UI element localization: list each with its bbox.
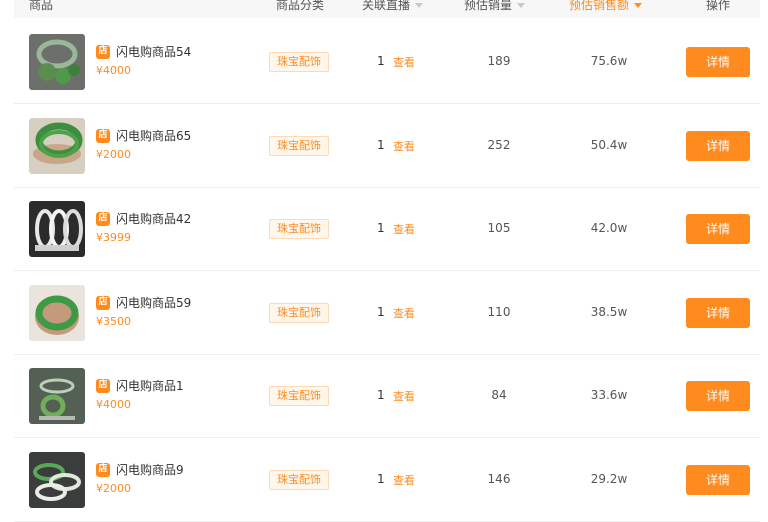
- product-thumbnail[interactable]: [29, 285, 85, 341]
- product-thumbnail[interactable]: [29, 118, 85, 174]
- product-title: 店 闪电购商品65: [96, 127, 191, 144]
- table-row: 店 闪电购商品9 ¥2000 珠宝配饰 1 查看 146 29.2w 详情: [14, 438, 760, 522]
- view-live-link[interactable]: 查看: [393, 54, 415, 70]
- product-title: 店 闪电购商品42: [96, 210, 191, 227]
- table-row: 店 闪电购商品65 ¥2000 珠宝配饰 1 查看 252 50.4w 详情: [14, 104, 760, 188]
- estimated-sales: 105: [487, 221, 511, 235]
- detail-button[interactable]: 详情: [686, 47, 750, 77]
- category-tag: 珠宝配饰: [269, 52, 329, 72]
- header-category: 商品分类: [276, 0, 325, 12]
- view-live-link[interactable]: 查看: [393, 221, 415, 237]
- header-sales-sort[interactable]: 预估销量: [464, 0, 525, 13]
- view-live-link[interactable]: 查看: [393, 388, 415, 404]
- product-title: 店 闪电购商品54: [96, 43, 191, 60]
- header-action: 操作: [706, 0, 731, 12]
- product-price: ¥3999: [96, 231, 131, 244]
- estimated-sales: 189: [487, 54, 511, 68]
- view-live-link[interactable]: 查看: [393, 305, 415, 321]
- product-name[interactable]: 闪电购商品54: [116, 43, 191, 60]
- product-title: 店 闪电购商品9: [96, 461, 184, 478]
- estimated-sales: 84: [491, 388, 507, 402]
- product-price: ¥4000: [96, 64, 131, 77]
- live-count: 1: [377, 472, 385, 486]
- product-name[interactable]: 闪电购商品65: [116, 127, 191, 144]
- shop-badge-icon: 店: [96, 378, 110, 393]
- product-price: ¥2000: [96, 482, 131, 495]
- category-tag: 珠宝配饰: [269, 303, 329, 323]
- detail-button[interactable]: 详情: [686, 298, 750, 328]
- table-row: 店 闪电购商品42 ¥3999 珠宝配饰 1 查看 105 42.0w 详情: [14, 187, 760, 271]
- detail-button[interactable]: 详情: [686, 381, 750, 411]
- category-tag: 珠宝配饰: [269, 136, 329, 156]
- product-name[interactable]: 闪电购商品59: [116, 294, 191, 311]
- estimated-sales: 252: [487, 138, 511, 152]
- shop-badge-icon: 店: [96, 462, 110, 477]
- table-row: 店 闪电购商品59 ¥3500 珠宝配饰 1 查看 110 38.5w 详情: [14, 271, 760, 355]
- product-price: ¥4000: [96, 398, 131, 411]
- shop-badge-icon: 店: [96, 295, 110, 310]
- product-name[interactable]: 闪电购商品1: [116, 377, 184, 394]
- product-title: 店 闪电购商品1: [96, 377, 184, 394]
- category-tag: 珠宝配饰: [269, 386, 329, 406]
- estimated-gmv: 38.5w: [590, 305, 628, 319]
- shop-badge-icon: 店: [96, 128, 110, 143]
- product-price: ¥3500: [96, 315, 131, 328]
- header-gmv-sort[interactable]: 预估销售额: [569, 0, 642, 13]
- estimated-gmv: 29.2w: [590, 472, 628, 486]
- view-live-link[interactable]: 查看: [393, 472, 415, 488]
- estimated-sales: 110: [487, 305, 511, 319]
- estimated-gmv: 42.0w: [590, 221, 628, 235]
- header-product: 商品: [29, 0, 54, 12]
- category-tag: 珠宝配饰: [269, 470, 329, 490]
- product-title: 店 闪电购商品59: [96, 294, 191, 311]
- product-name[interactable]: 闪电购商品42: [116, 210, 191, 227]
- header-live-sort[interactable]: 关联直播: [362, 0, 423, 13]
- live-count: 1: [377, 221, 385, 235]
- table-row: 店 闪电购商品1 ¥4000 珠宝配饰 1 查看 84 33.6w 详情: [14, 354, 760, 438]
- estimated-gmv: 33.6w: [590, 388, 628, 402]
- shop-badge-icon: 店: [96, 211, 110, 226]
- live-count: 1: [377, 388, 385, 402]
- product-table: 商品 商品分类 关联直播 预估销量 预估销售额 操作 店 闪电购商品54 ¥40…: [14, 0, 760, 522]
- live-count: 1: [377, 54, 385, 68]
- estimated-sales: 146: [487, 472, 511, 486]
- detail-button[interactable]: 详情: [686, 465, 750, 495]
- product-price: ¥2000: [96, 148, 131, 161]
- detail-button[interactable]: 详情: [686, 131, 750, 161]
- table-header: 商品 商品分类 关联直播 预估销量 预估销售额 操作: [14, 0, 760, 18]
- live-count: 1: [377, 138, 385, 152]
- estimated-gmv: 75.6w: [590, 54, 628, 68]
- product-name[interactable]: 闪电购商品9: [116, 461, 184, 478]
- detail-button[interactable]: 详情: [686, 214, 750, 244]
- shop-badge-icon: 店: [96, 44, 110, 59]
- estimated-gmv: 50.4w: [590, 138, 628, 152]
- live-count: 1: [377, 305, 385, 319]
- product-thumbnail[interactable]: [29, 34, 85, 90]
- product-thumbnail[interactable]: [29, 368, 85, 424]
- view-live-link[interactable]: 查看: [393, 138, 415, 154]
- category-tag: 珠宝配饰: [269, 219, 329, 239]
- product-thumbnail[interactable]: [29, 452, 85, 508]
- table-row: 店 闪电购商品54 ¥4000 珠宝配饰 1 查看 189 75.6w 详情: [14, 20, 760, 104]
- product-thumbnail[interactable]: [29, 201, 85, 257]
